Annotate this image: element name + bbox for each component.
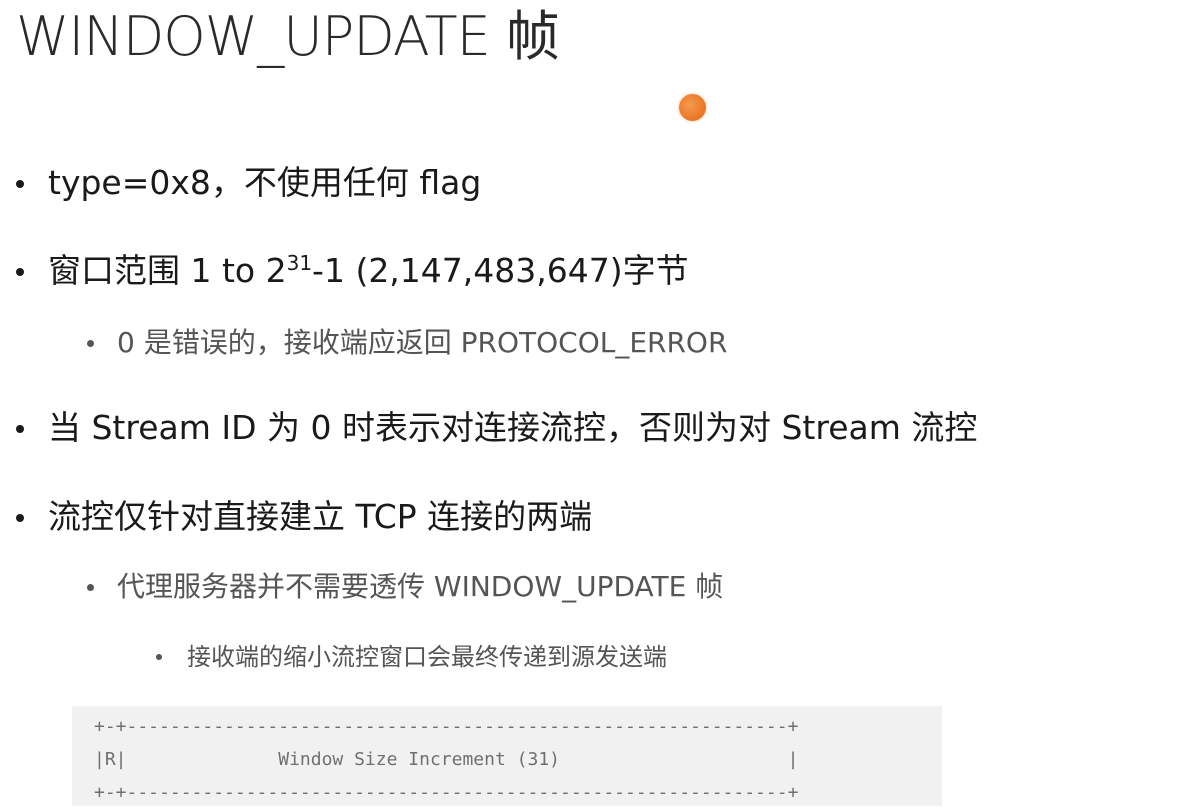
bullet-text: 代理服务器并不需要透传 WINDOW_UPDATE 帧: [117, 570, 724, 603]
diagram-border-bottom: +-+-------------------------------------…: [94, 782, 799, 803]
sub-bullet-proxy: 代理服务器并不需要透传 WINDOW_UPDATE 帧: [87, 569, 724, 605]
bullet-frame-type: type=0x8，不使用任何 flag: [16, 163, 482, 203]
bullet-text: 流控仅针对直接建立 TCP 连接的两端: [48, 497, 593, 536]
bullet-text-prefix: 窗口范围 1 to 2: [48, 251, 287, 290]
bullet-dot: [156, 654, 162, 660]
slide-title: WINDOW_UPDATE 帧: [16, 5, 560, 68]
bullet-stream-id: 当 Stream ID 为 0 时表示对连接流控，否则为对 Stream 流控: [16, 408, 978, 448]
sub-sub-bullet-receiver: 接收端的缩小流控窗口会最终传递到源发送端: [156, 641, 667, 673]
bullet-text: type=0x8，不使用任何 flag: [48, 163, 482, 202]
bullet-flow-control-scope: 流控仅针对直接建立 TCP 连接的两端: [16, 497, 593, 537]
exponent: 31: [286, 251, 313, 275]
bullet-text-suffix: -1 (2,147,483,647)字节: [312, 251, 689, 290]
bullet-dot: [16, 268, 24, 276]
bullet-dot: [16, 514, 24, 522]
slide: WINDOW_UPDATE 帧 type=0x8，不使用任何 flag 窗口范围…: [0, 0, 1198, 810]
laser-pointer-dot: [679, 94, 706, 121]
bullet-dot: [16, 425, 24, 433]
bullet-dot: [87, 584, 94, 591]
diagram-border-top: +-+-------------------------------------…: [94, 716, 799, 737]
bullet-dot: [16, 180, 24, 188]
bullet-text: 接收端的缩小流控窗口会最终传递到源发送端: [187, 643, 667, 671]
sub-bullet-zero-error: 0 是错误的，接收端应返回 PROTOCOL_ERROR: [87, 325, 728, 361]
diagram-field-row: |R| Window Size Increment (31) |: [94, 749, 799, 770]
bullet-text: 0 是错误的，接收端应返回 PROTOCOL_ERROR: [117, 326, 728, 359]
bullet-window-range: 窗口范围 1 to 231-1 (2,147,483,647)字节: [16, 251, 689, 291]
bullet-dot: [87, 340, 94, 347]
frame-format-diagram: +-+-------------------------------------…: [72, 706, 942, 806]
bullet-text: 当 Stream ID 为 0 时表示对连接流控，否则为对 Stream 流控: [48, 408, 978, 447]
